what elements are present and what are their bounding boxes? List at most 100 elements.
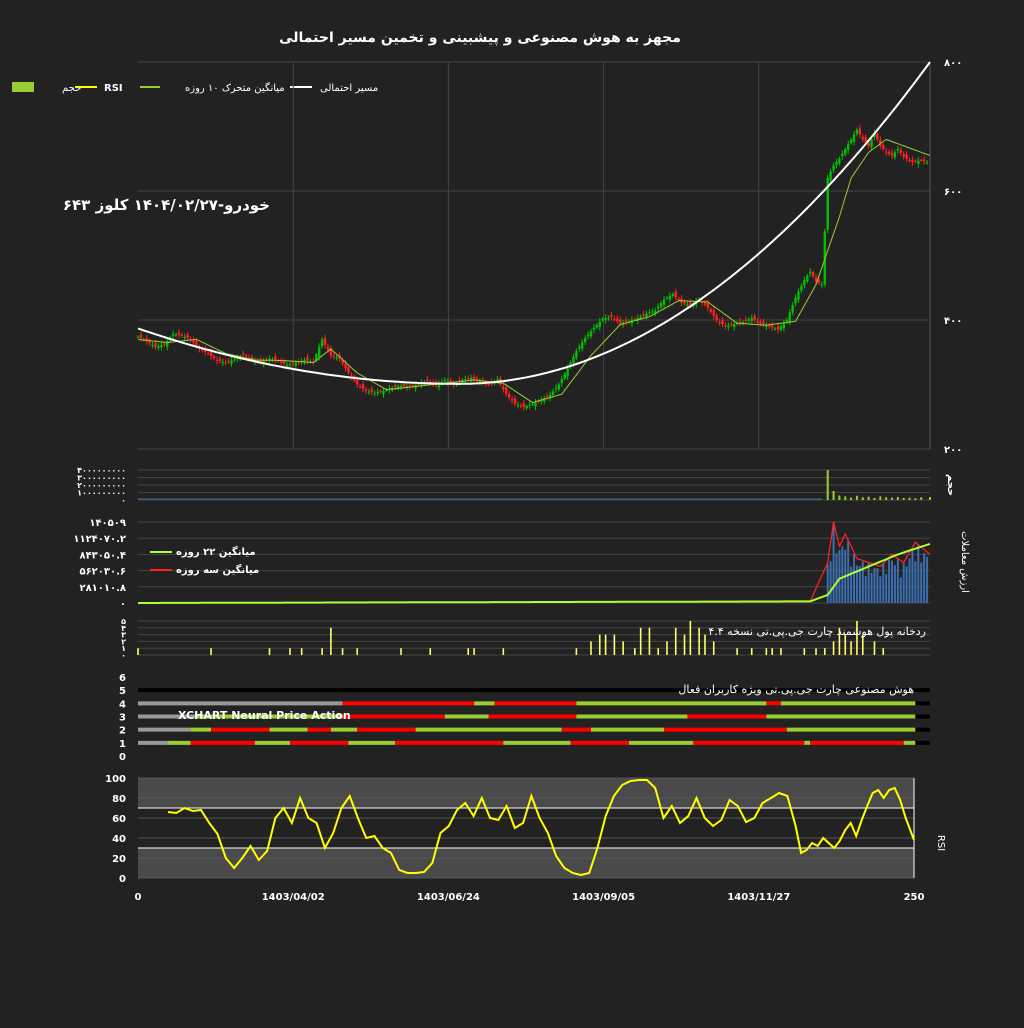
candle-body bbox=[502, 386, 505, 390]
money-bar bbox=[604, 634, 607, 655]
candle-body bbox=[285, 365, 289, 367]
candle-body bbox=[288, 364, 292, 366]
candle-body bbox=[899, 149, 902, 153]
value-bar bbox=[853, 553, 856, 603]
volume-bar bbox=[879, 496, 882, 500]
value-bar bbox=[879, 576, 882, 603]
candle-body bbox=[317, 346, 321, 357]
money-bar bbox=[210, 648, 212, 655]
candle-body bbox=[563, 373, 566, 379]
money-bar bbox=[657, 648, 660, 655]
money-bar bbox=[300, 648, 303, 655]
candle-body bbox=[914, 160, 917, 162]
candle-body bbox=[551, 391, 555, 396]
money-bar bbox=[666, 641, 668, 655]
candle-body bbox=[136, 336, 140, 338]
chart-figure: مجهز به هوش مصنوعی و پیشبینی و تخمین مسی… bbox=[0, 0, 1024, 1024]
candle-body bbox=[160, 345, 163, 348]
candle-body bbox=[373, 392, 376, 394]
candle-body bbox=[192, 340, 195, 343]
candles bbox=[136, 125, 929, 411]
candle-body bbox=[402, 383, 406, 387]
candle-body bbox=[788, 312, 791, 322]
money-bar bbox=[590, 641, 592, 655]
candle-body bbox=[598, 321, 601, 328]
candle-body bbox=[920, 159, 923, 161]
candle-body bbox=[335, 357, 338, 359]
candle-body bbox=[876, 133, 879, 140]
candle-body bbox=[578, 346, 581, 349]
candle-body bbox=[724, 325, 727, 327]
x-tick-label: 0 bbox=[135, 892, 142, 903]
candle-body bbox=[911, 160, 914, 162]
rsi-tick-label: 40 bbox=[112, 834, 126, 845]
candle-body bbox=[396, 386, 400, 388]
candle-body bbox=[908, 159, 911, 161]
candle-body bbox=[472, 376, 476, 380]
money-bar bbox=[815, 648, 817, 655]
value-bar bbox=[864, 576, 867, 603]
ai-tick-label: 5 bbox=[119, 686, 126, 697]
value-panel: ۰ ۲۸۱۰۱۰.۸ ۵۶۲۰۳۰.۶ ۸۴۳۰۵۰.۴ ۱۱۲۴۰۷۰.۲ ۱۴۰۵۰۹… bbox=[73, 518, 970, 610]
candle-body bbox=[344, 363, 347, 369]
money-bar bbox=[780, 648, 782, 655]
candle-body bbox=[642, 314, 645, 316]
candle-body bbox=[572, 356, 575, 364]
money-bar bbox=[674, 627, 677, 655]
volume-bar bbox=[920, 497, 923, 500]
value-bar bbox=[920, 562, 923, 603]
candle-body bbox=[849, 139, 853, 144]
value-tick-label: ۸۴۳۰۵۰.۴ bbox=[79, 550, 126, 561]
volume-bar bbox=[929, 497, 931, 500]
x-tick-label: 1403/09/05 bbox=[572, 892, 635, 903]
candle-body bbox=[817, 279, 821, 283]
money-panel-label: ردخانه پول هوشمند چارت جی.پی.تی نسخه ۴.۴ bbox=[708, 625, 926, 638]
rsi-tick-label: 20 bbox=[112, 854, 126, 865]
value-legend-ma22: میانگین ۲۲ روزه bbox=[176, 545, 256, 558]
rsi-axis-label: RSI bbox=[935, 835, 946, 851]
candle-body bbox=[174, 334, 178, 336]
ai-panel-label: هوش مصنوعی چارت جی.پی.تی ویژه کاربران فع… bbox=[678, 683, 914, 696]
money-bar bbox=[575, 648, 578, 655]
candle-body bbox=[861, 136, 864, 140]
volume-bar bbox=[861, 497, 864, 500]
candle-body bbox=[794, 297, 797, 304]
money-bar bbox=[467, 648, 470, 655]
candle-body bbox=[507, 394, 511, 398]
legend-label: مسیر احتمالی bbox=[320, 83, 378, 94]
candle-body bbox=[206, 353, 210, 355]
candle-body bbox=[882, 144, 885, 150]
value-tick-label: ۵۶۲۰۳۰.۶ bbox=[79, 567, 126, 578]
rsi-overbought-zone bbox=[138, 778, 914, 808]
value-bar bbox=[908, 558, 911, 603]
candle-body bbox=[244, 355, 248, 357]
candle-body bbox=[624, 320, 628, 322]
candle-body bbox=[715, 315, 718, 320]
candle-body bbox=[417, 384, 420, 386]
candle-body bbox=[779, 326, 783, 330]
money-bar bbox=[698, 627, 700, 655]
candle-body bbox=[922, 159, 926, 162]
candle-body bbox=[905, 154, 908, 159]
money-bar bbox=[400, 648, 402, 655]
candle-body bbox=[732, 323, 736, 328]
candle-body bbox=[808, 271, 812, 274]
candle-body bbox=[443, 379, 447, 381]
candle-body bbox=[399, 385, 403, 388]
volume-bar bbox=[885, 497, 888, 500]
value-bar bbox=[841, 546, 844, 603]
candle-body bbox=[709, 309, 713, 312]
candle-body bbox=[332, 355, 336, 357]
candle-body bbox=[832, 165, 835, 171]
money-bar bbox=[341, 648, 344, 655]
money-bar bbox=[873, 641, 876, 655]
value-tick-label: ۱۱۲۴۰۷۰.۲ bbox=[73, 534, 126, 545]
value-bar bbox=[835, 553, 838, 603]
money-bar bbox=[882, 648, 885, 655]
money-panel: ۰۱۲۳۴۵ردخانه پول هوشمند چارت جی.پی.تی نس… bbox=[121, 617, 930, 660]
candle-body bbox=[379, 391, 382, 393]
value-ma3-line bbox=[138, 521, 931, 604]
candle-body bbox=[762, 321, 765, 325]
money-bar bbox=[648, 627, 651, 655]
candle-body bbox=[858, 128, 862, 135]
